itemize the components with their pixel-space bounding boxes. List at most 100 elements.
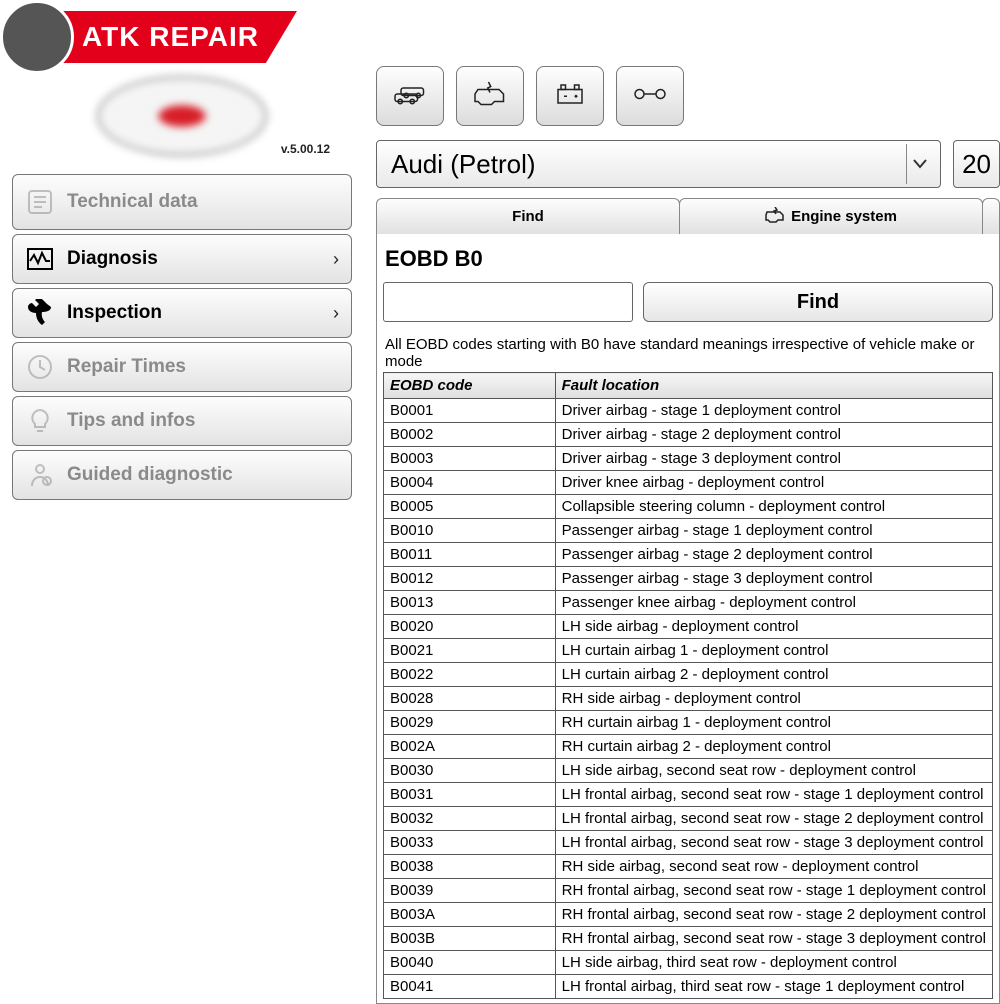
cell-fault: Passenger airbag - stage 2 deployment co… xyxy=(555,543,992,567)
eobd-table: EOBD code Fault location B0001Driver air… xyxy=(383,372,993,999)
cell-code: B0029 xyxy=(384,711,556,735)
sidebar-item-label: Guided diagnostic xyxy=(67,464,233,486)
cell-code: B0030 xyxy=(384,759,556,783)
cell-fault: LH curtain airbag 2 - deployment control xyxy=(555,663,992,687)
main-area: Audi (Petrol) 20 Find Engine system xyxy=(376,60,1000,1000)
cell-code: B0041 xyxy=(384,975,556,999)
engine-button[interactable] xyxy=(456,66,524,126)
th-fault: Fault location xyxy=(555,373,992,399)
cell-fault: Passenger knee airbag - deployment contr… xyxy=(555,591,992,615)
cell-code: B0033 xyxy=(384,831,556,855)
cell-fault: RH curtain airbag 1 - deployment control xyxy=(555,711,992,735)
axle-button[interactable] xyxy=(616,66,684,126)
sidebar-item-diagnosis[interactable]: Diagnosis› xyxy=(12,234,352,284)
tab-overflow[interactable] xyxy=(982,198,1000,234)
engine-icon xyxy=(472,79,508,114)
engine-small-icon xyxy=(765,207,785,227)
sidebar-item-repair[interactable]: Repair Times xyxy=(12,342,352,392)
table-row[interactable]: B0031LH frontal airbag, second seat row … xyxy=(384,783,993,807)
sidebar-item-guided[interactable]: Guided diagnostic xyxy=(12,450,352,500)
year-select[interactable]: 20 xyxy=(953,140,1000,188)
toolbar xyxy=(376,66,1000,126)
table-row[interactable]: B003ARH frontal airbag, second seat row … xyxy=(384,903,993,927)
cell-fault: Driver airbag - stage 3 deployment contr… xyxy=(555,447,992,471)
cell-fault: RH side airbag, second seat row - deploy… xyxy=(555,855,992,879)
cell-code: B0004 xyxy=(384,471,556,495)
battery-button[interactable] xyxy=(536,66,604,126)
table-row[interactable]: B0012Passenger airbag - stage 3 deployme… xyxy=(384,567,993,591)
cell-code: B0002 xyxy=(384,423,556,447)
table-row[interactable]: B0033LH frontal airbag, second seat row … xyxy=(384,831,993,855)
sidebar-item-tips[interactable]: Tips and infos xyxy=(12,396,352,446)
vehicles-button[interactable] xyxy=(376,66,444,126)
cell-code: B0040 xyxy=(384,951,556,975)
cell-code: B0005 xyxy=(384,495,556,519)
find-button-label: Find xyxy=(797,291,839,314)
diagnosis-icon xyxy=(25,244,55,274)
cell-code: B0022 xyxy=(384,663,556,687)
cell-fault: Driver airbag - stage 1 deployment contr… xyxy=(555,399,992,423)
table-row[interactable]: B0010Passenger airbag - stage 1 deployme… xyxy=(384,519,993,543)
tab-engine-system[interactable]: Engine system xyxy=(679,198,983,234)
table-row[interactable]: B002ARH curtain airbag 2 - deployment co… xyxy=(384,735,993,759)
table-row[interactable]: B0011Passenger airbag - stage 2 deployme… xyxy=(384,543,993,567)
table-row[interactable]: B0038RH side airbag, second seat row - d… xyxy=(384,855,993,879)
cell-fault: Driver knee airbag - deployment control xyxy=(555,471,992,495)
cell-code: B0001 xyxy=(384,399,556,423)
table-row[interactable]: B0032LH frontal airbag, second seat row … xyxy=(384,807,993,831)
sidebar-item-label: Technical data xyxy=(67,191,198,213)
chevron-right-icon: › xyxy=(333,303,339,324)
table-row[interactable]: B0003Driver airbag - stage 3 deployment … xyxy=(384,447,993,471)
table-row[interactable]: B0020LH side airbag - deployment control xyxy=(384,615,993,639)
table-row[interactable]: B0005Collapsible steering column - deplo… xyxy=(384,495,993,519)
section-note: All EOBD codes starting with B0 have sta… xyxy=(385,336,993,370)
battery-icon xyxy=(552,79,588,114)
cell-fault: LH side airbag - deployment control xyxy=(555,615,992,639)
table-row[interactable]: B0028RH side airbag - deployment control xyxy=(384,687,993,711)
cell-code: B0028 xyxy=(384,687,556,711)
sidebar-item-techdata[interactable]: Technical data xyxy=(12,174,352,230)
cell-code: B0031 xyxy=(384,783,556,807)
axle-icon xyxy=(632,79,668,114)
table-row[interactable]: B0002Driver airbag - stage 2 deployment … xyxy=(384,423,993,447)
sidebar-item-inspection[interactable]: Inspection› xyxy=(12,288,352,338)
cell-fault: RH frontal airbag, second seat row - sta… xyxy=(555,879,992,903)
logo-area: v.5.00.12 xyxy=(4,66,360,156)
table-row[interactable]: B0001Driver airbag - stage 1 deployment … xyxy=(384,399,993,423)
table-row[interactable]: B0041LH frontal airbag, third seat row -… xyxy=(384,975,993,999)
cars-icon xyxy=(392,79,428,114)
cell-fault: Driver airbag - stage 2 deployment contr… xyxy=(555,423,992,447)
inspection-icon xyxy=(25,298,55,328)
cell-fault: RH frontal airbag, second seat row - sta… xyxy=(555,903,992,927)
table-row[interactable]: B0022LH curtain airbag 2 - deployment co… xyxy=(384,663,993,687)
repair-icon xyxy=(25,352,55,382)
cell-code: B0012 xyxy=(384,567,556,591)
table-row[interactable]: B0030LH side airbag, second seat row - d… xyxy=(384,759,993,783)
cell-fault: LH frontal airbag, second seat row - sta… xyxy=(555,831,992,855)
year-select-value: 20 xyxy=(962,149,991,180)
cell-code: B0021 xyxy=(384,639,556,663)
table-row[interactable]: B0013Passenger knee airbag - deployment … xyxy=(384,591,993,615)
tab-find[interactable]: Find xyxy=(376,198,680,234)
cell-code: B0011 xyxy=(384,543,556,567)
tab-engine-label: Engine system xyxy=(791,208,897,225)
brand-banner: ATK REPAIR xyxy=(38,11,297,63)
cell-fault: LH frontal airbag, second seat row - sta… xyxy=(555,807,992,831)
table-row[interactable]: B0004Driver knee airbag - deployment con… xyxy=(384,471,993,495)
cell-code: B0039 xyxy=(384,879,556,903)
vehicle-select[interactable]: Audi (Petrol) xyxy=(376,140,941,188)
find-button[interactable]: Find xyxy=(643,282,993,322)
table-row[interactable]: B003BRH frontal airbag, second seat row … xyxy=(384,927,993,951)
section-title: EOBD B0 xyxy=(385,246,993,272)
table-row[interactable]: B0039RH frontal airbag, second seat row … xyxy=(384,879,993,903)
table-row[interactable]: B0021LH curtain airbag 1 - deployment co… xyxy=(384,639,993,663)
cell-code: B003B xyxy=(384,927,556,951)
cell-fault: LH frontal airbag, third seat row - stag… xyxy=(555,975,992,999)
table-row[interactable]: B0040LH side airbag, third seat row - de… xyxy=(384,951,993,975)
code-search-input[interactable] xyxy=(383,282,633,322)
sidebar-item-label: Diagnosis xyxy=(67,248,158,270)
cell-fault: LH curtain airbag 1 - deployment control xyxy=(555,639,992,663)
tab-bar: Find Engine system xyxy=(376,198,1000,234)
tips-icon xyxy=(25,406,55,436)
table-row[interactable]: B0029RH curtain airbag 1 - deployment co… xyxy=(384,711,993,735)
